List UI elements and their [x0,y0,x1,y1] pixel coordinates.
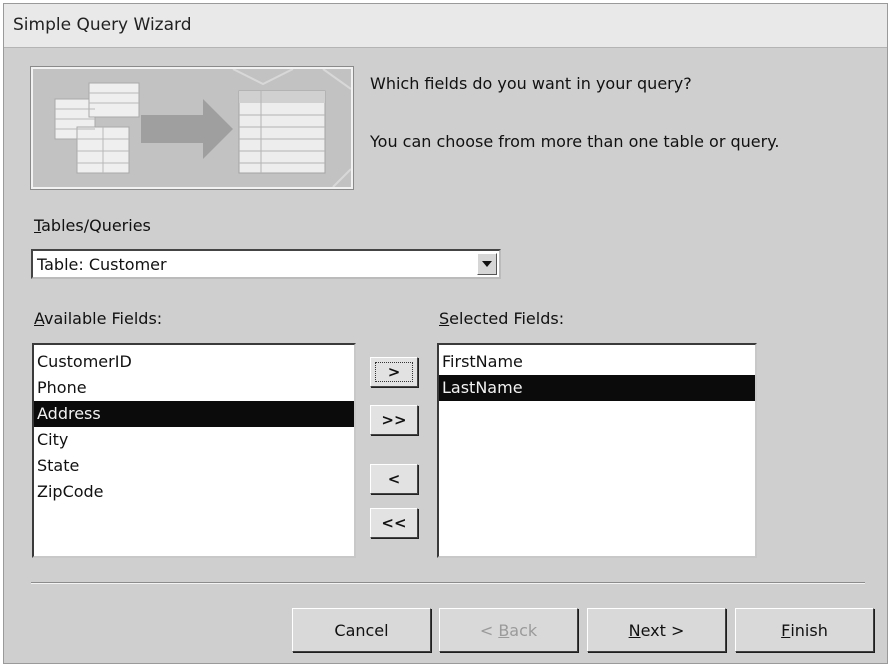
remove-field-button[interactable]: < [370,464,418,494]
tables-queries-label-text: ables/Queries [41,216,151,235]
remove-all-fields-button[interactable]: << [370,508,418,538]
finish-button-mnemonic: F [781,620,791,640]
back-button-mnemonic: B [498,620,510,640]
available-field-item[interactable]: State [34,453,354,479]
selected-field-item[interactable]: FirstName [439,349,755,375]
available-field-item[interactable]: CustomerID [34,349,354,375]
tables-queries-value: Table: Customer [37,255,167,274]
next-button-label: ext > [640,620,685,640]
title-bar[interactable]: Simple Query Wizard [4,4,887,48]
prompt-question: Which fields do you want in your query? [370,74,692,93]
finish-button-label: inish [790,620,828,640]
table-to-table-icon [33,69,351,187]
available-fields-list[interactable]: CustomerID Phone Address City State ZipC… [32,343,356,558]
back-button-label: ack [509,620,538,640]
available-field-item[interactable]: ZipCode [34,479,354,505]
footer-separator [31,582,865,584]
dropdown-button[interactable] [477,253,497,275]
available-field-item[interactable]: Phone [34,375,354,401]
add-all-fields-button[interactable]: >> [370,405,418,435]
available-fields-label: Available Fields: [34,309,162,328]
chevron-down-icon [482,261,492,267]
simple-query-wizard-dialog: Simple Query Wizard Which fields do you … [3,3,888,664]
selected-fields-mnemonic: S [439,309,450,328]
back-button-prefix: < [479,620,499,640]
add-field-button[interactable]: > [370,357,418,387]
selected-fields-label: Selected Fields: [439,309,564,328]
tables-queries-select[interactable]: Table: Customer [31,249,501,279]
available-fields-label-text: vailable Fields: [44,309,163,328]
selected-field-item-selected[interactable]: LastName [439,375,755,401]
tables-queries-label: Tables/Queries [34,216,151,235]
cancel-button[interactable]: Cancel [292,608,431,652]
available-field-item[interactable]: City [34,427,354,453]
next-button[interactable]: Next > [587,608,726,652]
prompt-hint: You can choose from more than one table … [370,132,780,151]
finish-button[interactable]: Finish [735,608,874,652]
available-field-item-selected[interactable]: Address [34,401,354,427]
selected-fields-label-text: elected Fields: [449,309,565,328]
selected-fields-list[interactable]: FirstName LastName [437,343,757,558]
window-title: Simple Query Wizard [13,15,192,35]
next-button-mnemonic: N [628,620,641,640]
wizard-illustration [30,66,354,190]
back-button[interactable]: < Back [439,608,578,652]
available-fields-mnemonic: A [34,309,45,328]
